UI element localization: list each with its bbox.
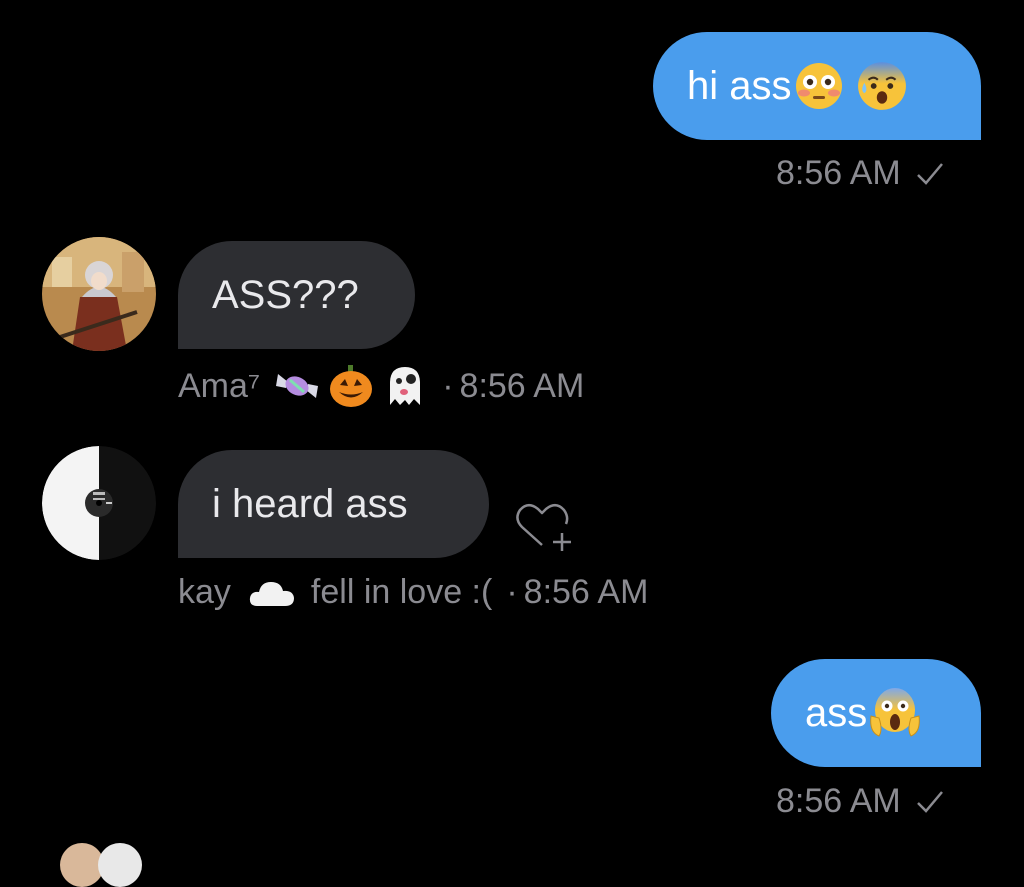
cloud-emoji-icon: [249, 581, 294, 606]
message-time: 8:56 AM: [776, 782, 901, 820]
message-meta: 8:56 AM: [776, 154, 945, 193]
sender-name[interactable]: Ama⁷: [178, 367, 260, 406]
face-screaming-in-fear-emoji-icon: [870, 688, 921, 737]
message-time: 8:56 AM: [776, 154, 901, 192]
message-meta: 8:56 AM: [776, 782, 945, 821]
message-time: 8:56 AM: [523, 573, 649, 611]
checkmark-icon: [916, 790, 943, 813]
meta-separator: ·: [506, 573, 518, 611]
message-bubble-outgoing[interactable]: ass: [771, 659, 981, 767]
message-text: i heard ass: [212, 482, 408, 526]
message-bubble-incoming[interactable]: i heard ass: [178, 450, 489, 558]
message-text: hi ass: [687, 64, 792, 108]
sender-name[interactable]: kay: [178, 573, 231, 612]
anxious-face-with-sweat-emoji-icon: [857, 62, 906, 110]
flushed-face-emoji-icon: [795, 63, 842, 109]
message-text: ASS???: [212, 273, 359, 317]
message-text: ass: [805, 691, 868, 735]
message-bubble-incoming[interactable]: ASS???: [178, 241, 415, 349]
vinyl-record-avatar-icon: [42, 446, 156, 560]
avatar[interactable]: [42, 237, 156, 351]
ghost-emoji-icon: [390, 367, 421, 405]
checkmark-icon: [916, 162, 943, 185]
message-bubble-outgoing[interactable]: hi ass: [653, 32, 981, 140]
message-meta: kay fell in love :( · 8:56 AM: [178, 573, 648, 612]
add-reaction-button[interactable]: [512, 497, 576, 557]
partial-avatar: [98, 843, 142, 887]
heart-plus-icon: [516, 504, 571, 551]
anime-character-avatar-icon: [42, 237, 156, 351]
sender-status: fell in love :(: [310, 573, 493, 611]
message-time: 8:56 AM: [459, 366, 585, 405]
avatar[interactable]: [42, 446, 156, 560]
meta-separator: ·: [442, 366, 454, 405]
candy-emoji-icon: [276, 374, 319, 398]
message-meta: Ama⁷ · 8:56 AM: [178, 363, 584, 409]
jack-o-lantern-emoji-icon: [330, 365, 373, 407]
